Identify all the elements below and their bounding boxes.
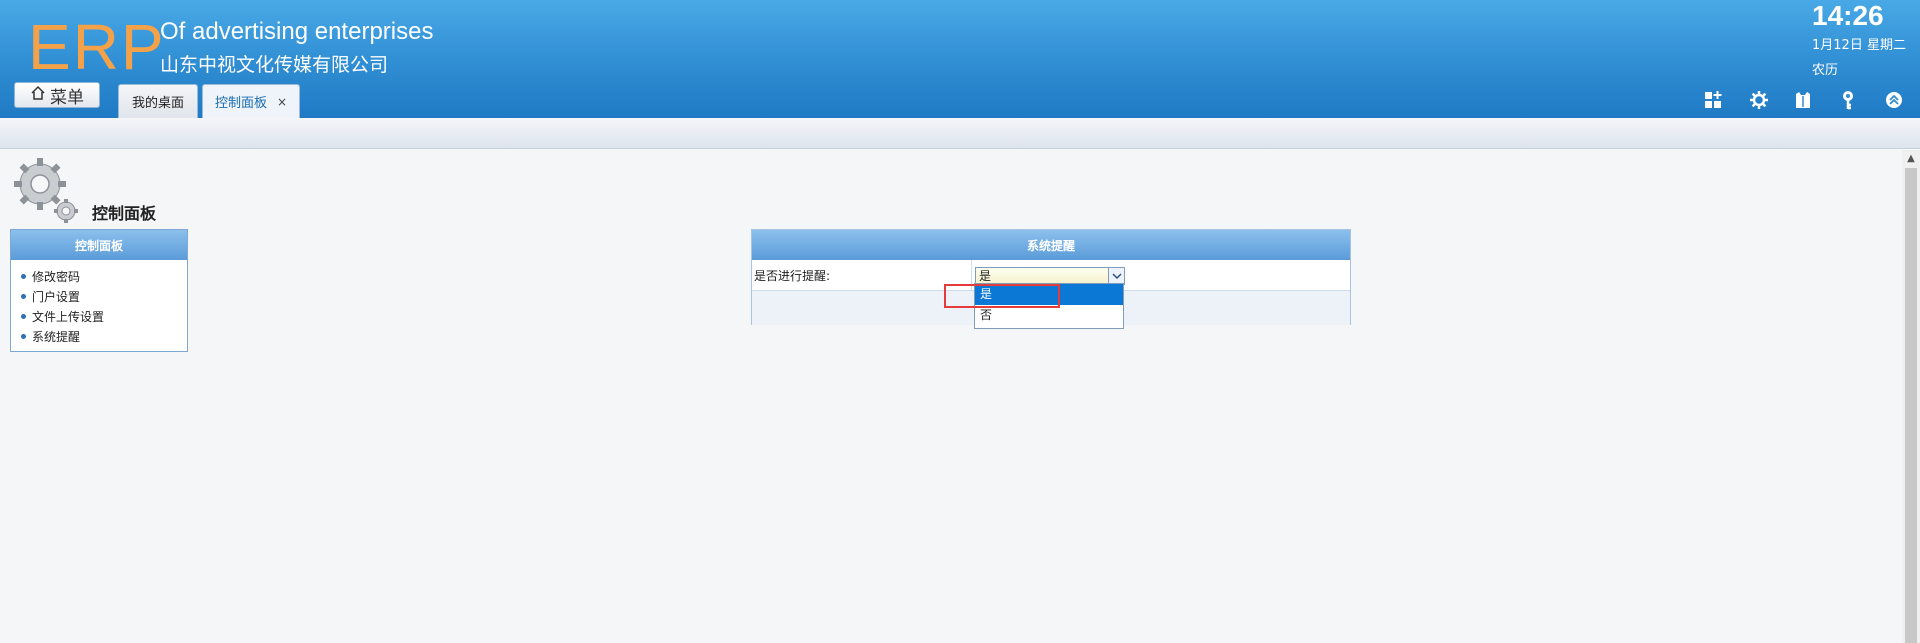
gear-icon[interactable] (1745, 86, 1773, 114)
tab-control-panel[interactable]: 控制面板 × (202, 84, 300, 118)
menu-item-label: 系统提醒 (32, 329, 81, 344)
menu-item-file-upload-settings[interactable]: 文件上传设置 (21, 306, 187, 326)
layout-grid-icon[interactable] (1700, 86, 1728, 114)
menu-button[interactable]: 菜单 (14, 82, 100, 108)
menu-item-portal-settings[interactable]: 门户设置 (21, 286, 187, 306)
vertical-scrollbar[interactable]: ▲ (1902, 150, 1920, 643)
chevron-down-icon[interactable] (1108, 268, 1124, 284)
menu-button-label: 菜单 (50, 87, 84, 108)
scroll-thumb[interactable] (1905, 168, 1917, 643)
key-icon[interactable] (1834, 86, 1862, 114)
option-yes[interactable]: 是 (975, 284, 1123, 305)
home-icon (30, 85, 46, 106)
tab-label: 我的桌面 (131, 96, 184, 111)
bullet-icon (21, 273, 26, 279)
app-header: ERP Of advertising enterprises 山东中视文化传媒有… (0, 0, 1920, 118)
tab-label: 控制面板 (214, 96, 267, 111)
reminder-field-label: 是否进行提醒: (752, 260, 972, 290)
reminder-dropdown-list: 是 否 (974, 283, 1124, 329)
header-toolbar (1700, 86, 1910, 114)
bullet-icon (21, 293, 26, 299)
erp-logo: ERP (28, 11, 166, 83)
collapse-up-icon[interactable] (1880, 86, 1908, 114)
bullet-icon (21, 313, 26, 319)
company-name-en: Of advertising enterprises (160, 18, 434, 45)
scroll-up-arrow-icon[interactable]: ▲ (1902, 152, 1920, 166)
close-icon[interactable]: × (277, 95, 287, 109)
option-no[interactable]: 否 (975, 305, 1123, 326)
bullet-icon (21, 333, 26, 339)
tab-my-desktop[interactable]: 我的桌面 (118, 84, 198, 118)
panel-title: 系统提醒 (752, 230, 1350, 260)
gears-icon (10, 154, 80, 224)
clock-time: 14:26 (1812, 0, 1884, 31)
select-value: 是 (979, 269, 992, 283)
menu-item-label: 文件上传设置 (32, 309, 105, 324)
menu-item-label: 修改密码 (32, 269, 81, 284)
clock-date: 1月12日 星期二 (1812, 38, 1906, 53)
company-name-cn: 山东中视文化传媒有限公司 (160, 54, 389, 76)
toolbar-strip (0, 118, 1920, 149)
menu-item-system-reminder[interactable]: 系统提醒 (21, 326, 187, 346)
lunar-calendar-link[interactable]: 农历 (1812, 59, 1838, 78)
settings-menu-list: 修改密码 门户设置 文件上传设置 系统提醒 (11, 260, 187, 346)
menu-item-label: 门户设置 (32, 289, 81, 304)
panel-title: 控制面板 (11, 230, 187, 260)
control-panel-menu: 控制面板 修改密码 门户设置 文件上传设置 系统提醒 (10, 229, 188, 352)
page-title: 控制面板 (92, 204, 157, 223)
shirt-icon[interactable] (1789, 86, 1817, 114)
menu-item-change-password[interactable]: 修改密码 (21, 266, 187, 286)
